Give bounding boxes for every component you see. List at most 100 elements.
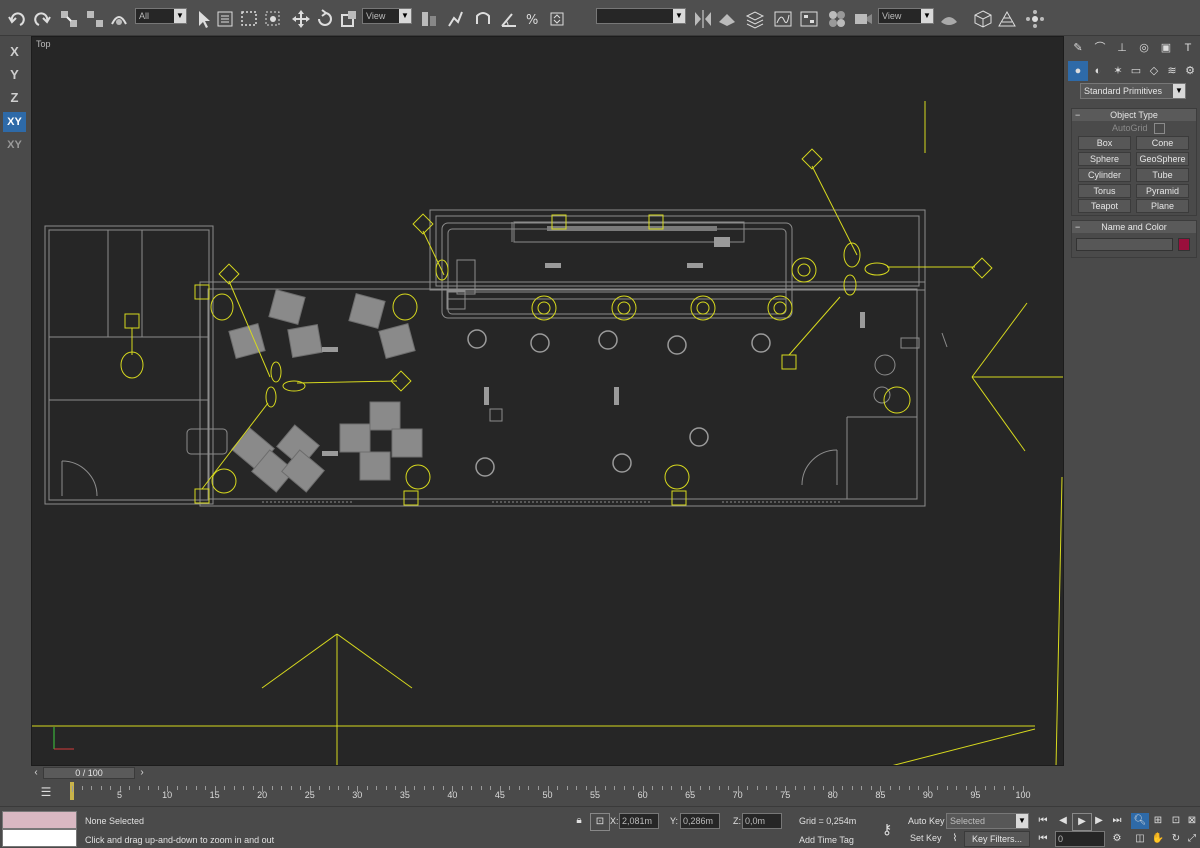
category-dropdown[interactable]: Standard Primitives ▼: [1080, 83, 1186, 99]
previous-frame-icon[interactable]: ◀: [1054, 813, 1072, 829]
maximize-viewport-icon[interactable]: ⤢: [1183, 831, 1200, 847]
object-color-swatch[interactable]: [1178, 238, 1190, 251]
schematic-icon[interactable]: [798, 8, 820, 30]
time-slider[interactable]: ‹ 0 / 100 ›: [31, 766, 1064, 780]
next-frame-icon[interactable]: ▶: [1090, 813, 1108, 829]
add-time-tag-button[interactable]: Add Time Tag: [799, 835, 854, 845]
zoom-extents-all-icon[interactable]: ⊠: [1183, 813, 1200, 829]
curve-editor-icon[interactable]: [772, 8, 794, 30]
bind-spacewarp-icon[interactable]: [108, 8, 130, 30]
set-key-button[interactable]: Set Key: [910, 833, 942, 843]
redo-icon[interactable]: [31, 8, 53, 30]
mirror-icon[interactable]: [692, 8, 714, 30]
time-slider-thumb[interactable]: 0 / 100: [43, 767, 135, 779]
pivot-icon[interactable]: [418, 8, 440, 30]
spinner-snap-icon[interactable]: [546, 8, 568, 30]
key-tangent-icon[interactable]: ⌇: [946, 831, 964, 847]
named-selection-dropdown[interactable]: ▼: [596, 8, 686, 24]
sphere-button[interactable]: Sphere: [1078, 152, 1131, 166]
helpers-icon[interactable]: ◇: [1144, 61, 1164, 81]
systems-icon[interactable]: ⚙: [1180, 61, 1200, 81]
prev-frame-arrow-icon[interactable]: ‹: [31, 766, 41, 780]
percent-snap-icon[interactable]: %: [522, 8, 544, 30]
x-coordinate-field[interactable]: 2,081m: [619, 813, 659, 829]
effects-icon[interactable]: [1024, 8, 1046, 30]
field-of-view-icon[interactable]: ◫: [1131, 831, 1149, 847]
axis-z-button[interactable]: Z: [3, 88, 26, 108]
geosphere-button[interactable]: GeoSphere: [1136, 152, 1189, 166]
render-view-dropdown[interactable]: View ▼: [878, 8, 934, 24]
selection-lock-icon[interactable]: 🔒︎: [570, 813, 588, 829]
axis-xy-cycle-button[interactable]: XY: [3, 135, 26, 155]
torus-button[interactable]: Torus: [1078, 184, 1131, 198]
tube-button[interactable]: Tube: [1136, 168, 1189, 182]
zoom-icon[interactable]: 🔍︎: [1131, 813, 1149, 829]
move-icon[interactable]: [290, 8, 312, 30]
cameras-icon[interactable]: ▭: [1126, 61, 1146, 81]
select-by-name-icon[interactable]: [214, 8, 236, 30]
spacewarps-icon[interactable]: ≋: [1162, 61, 1182, 81]
select-link-icon[interactable]: [58, 8, 80, 30]
utilities-tab[interactable]: T: [1178, 38, 1198, 58]
lights-icon[interactable]: ✶: [1108, 61, 1128, 81]
maxscript-listener-mini[interactable]: [2, 811, 77, 829]
environment-icon[interactable]: [996, 8, 1018, 30]
absolute-mode-icon[interactable]: ⊡: [590, 813, 610, 831]
align-icon[interactable]: [716, 8, 738, 30]
geometry-icon[interactable]: ●: [1068, 61, 1088, 81]
y-coordinate-field[interactable]: 0,286m: [680, 813, 720, 829]
current-frame-field[interactable]: 0: [1055, 831, 1105, 847]
object-name-field[interactable]: [1076, 238, 1173, 251]
motion-tab[interactable]: ◎: [1134, 38, 1154, 58]
teapot-button[interactable]: Teapot: [1078, 199, 1131, 213]
render-icon[interactable]: [938, 8, 960, 30]
scale-icon[interactable]: [338, 8, 360, 30]
layer-manager-icon[interactable]: [744, 8, 766, 30]
trackbar-toggle-icon[interactable]: ☰: [38, 784, 54, 800]
quick-render-icon[interactable]: [972, 8, 994, 30]
z-coordinate-field[interactable]: 0,0m: [742, 813, 782, 829]
rotate-icon[interactable]: [314, 8, 336, 30]
modify-tab[interactable]: ⌒: [1090, 38, 1110, 58]
window-crossing-icon[interactable]: [262, 8, 284, 30]
key-filters-button[interactable]: Key Filters...: [964, 831, 1030, 847]
unlink-icon[interactable]: [84, 8, 106, 30]
autogrid-checkbox[interactable]: [1154, 123, 1165, 134]
go-to-end-icon[interactable]: ⏭: [1108, 813, 1126, 829]
display-tab[interactable]: ▣: [1156, 38, 1176, 58]
next-frame-arrow-icon[interactable]: ›: [137, 766, 147, 780]
play-icon[interactable]: ▶: [1072, 813, 1092, 831]
pan-icon[interactable]: ✋: [1149, 831, 1167, 847]
axis-xy-button[interactable]: XY: [3, 112, 26, 132]
angle-snap-icon[interactable]: [498, 8, 520, 30]
shapes-icon[interactable]: ◐: [1088, 61, 1108, 81]
axis-x-button[interactable]: X: [3, 42, 26, 62]
zoom-all-icon[interactable]: ⊞: [1149, 813, 1167, 829]
axis-y-button[interactable]: Y: [3, 65, 26, 85]
object-type-header[interactable]: − Object Type: [1072, 109, 1196, 121]
go-to-start-icon[interactable]: ⏮: [1034, 813, 1052, 829]
select-manipulate-icon[interactable]: [444, 8, 466, 30]
cylinder-button[interactable]: Cylinder: [1078, 168, 1131, 182]
hierarchy-tab[interactable]: ⊥: [1112, 38, 1132, 58]
material-editor-icon[interactable]: [826, 8, 848, 30]
auto-key-button[interactable]: Auto Key: [908, 816, 945, 826]
key-mode-dropdown[interactable]: Selected ▼: [946, 813, 1029, 829]
undo-icon[interactable]: [6, 8, 28, 30]
select-object-icon[interactable]: [192, 8, 214, 30]
snap-2d-icon[interactable]: [472, 8, 494, 30]
box-button[interactable]: Box: [1078, 136, 1131, 150]
cone-button[interactable]: Cone: [1136, 136, 1189, 150]
time-config-icon[interactable]: ⚙: [1108, 831, 1126, 847]
top-viewport[interactable]: Top: [31, 36, 1064, 766]
key-icon[interactable]: ⚷: [876, 821, 898, 837]
maxscript-input-mini[interactable]: [2, 829, 77, 847]
timeline[interactable]: ☰ 5 10 15 20 25 30 35 40 45 50 55 60 65 70 75 80 85 90 95 1…: [0, 780, 1200, 806]
plane-button[interactable]: Plane: [1136, 199, 1189, 213]
name-color-header[interactable]: − Name and Color: [1072, 221, 1196, 233]
pyramid-button[interactable]: Pyramid: [1136, 184, 1189, 198]
selection-filter-dropdown[interactable]: All ▼: [135, 8, 187, 24]
key-mode-toggle-icon[interactable]: ⏮: [1034, 831, 1052, 847]
rect-region-icon[interactable]: [238, 8, 260, 30]
create-tab[interactable]: ✎: [1068, 38, 1088, 58]
